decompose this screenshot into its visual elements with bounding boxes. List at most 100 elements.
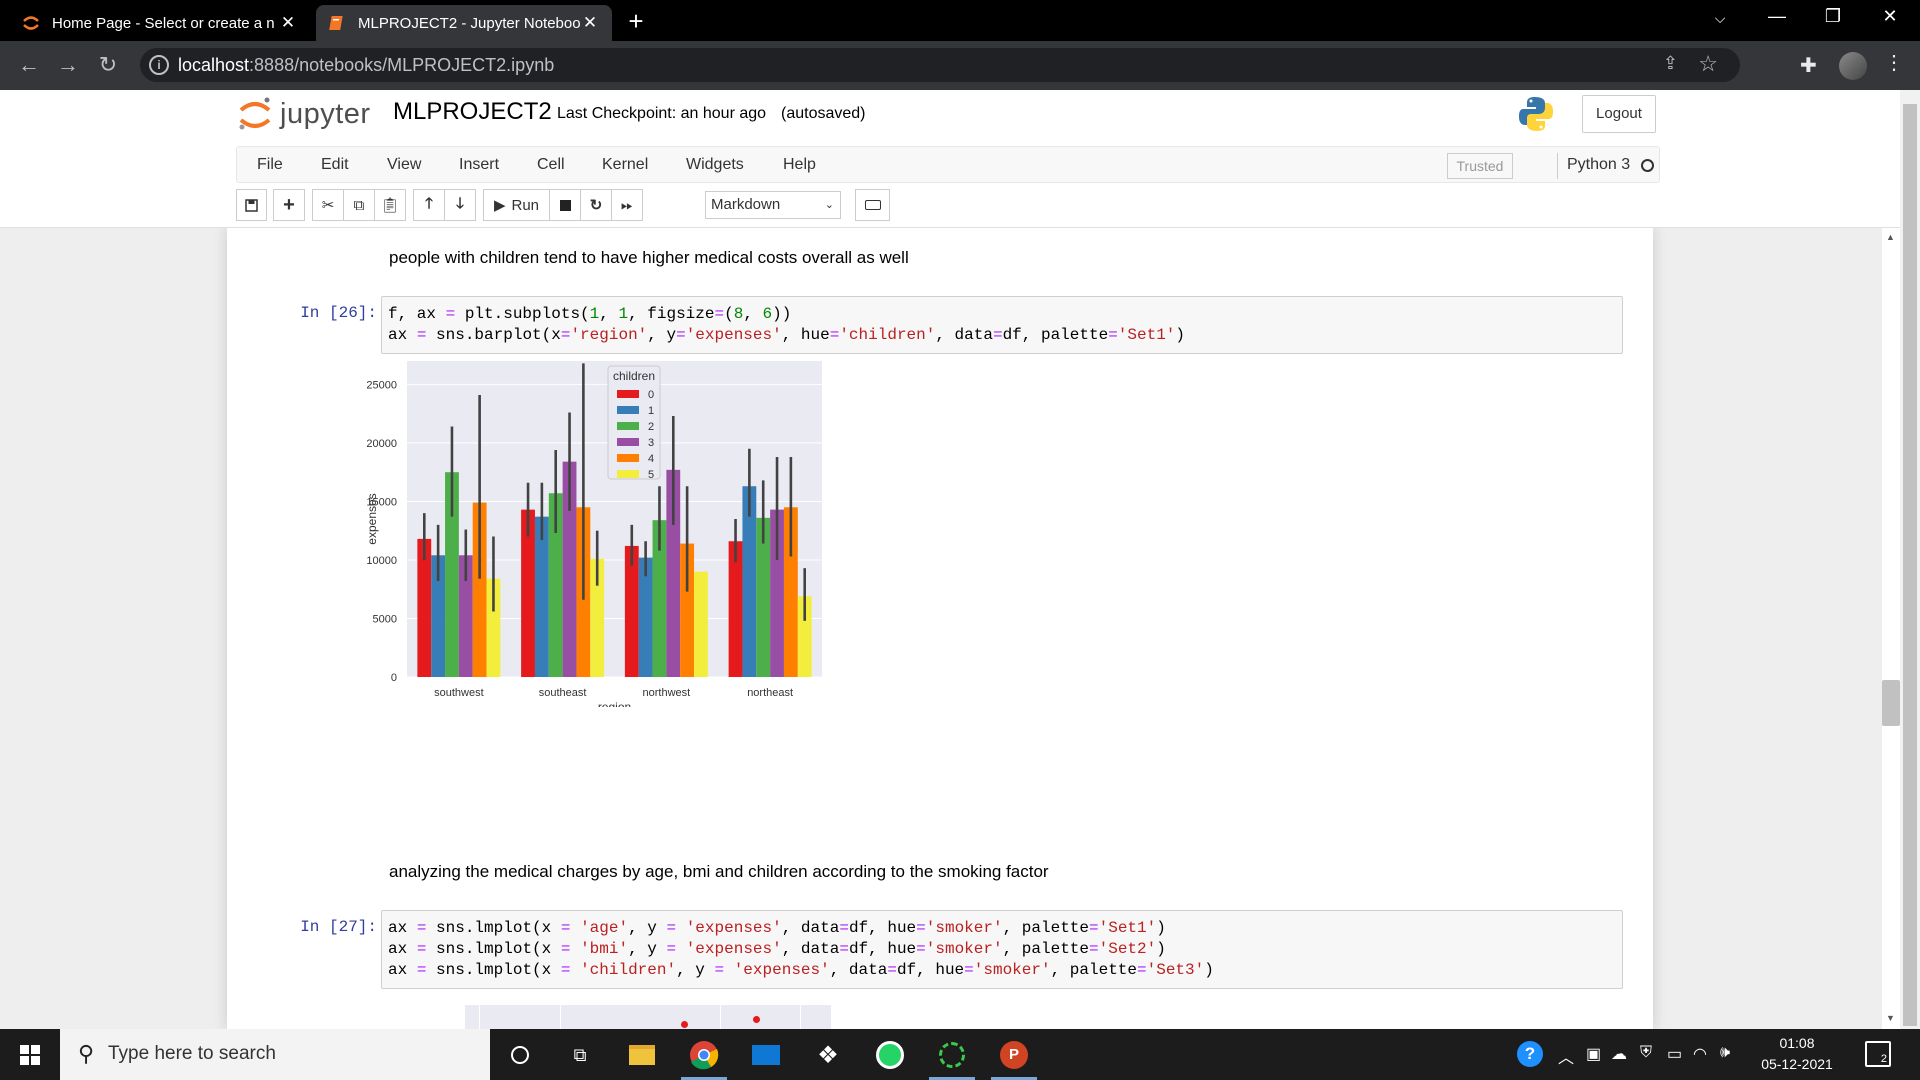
share-icon[interactable]: ⇪ [1663,53,1678,74]
clock-time: 01:08 [1779,1035,1815,1051]
scroll-down-icon[interactable]: ▼ [1886,1013,1895,1023]
menu-help[interactable]: Help [783,156,816,174]
close-icon[interactable]: ✕ [580,13,600,33]
logout-button[interactable]: Logout [1582,95,1656,133]
code-line: f, ax = plt.subplots(1, 1, figsize=(8, 6… [388,305,792,323]
menu-cell[interactable]: Cell [537,156,565,174]
new-tab-icon[interactable]: + [622,6,650,37]
meet-now-icon[interactable]: ▣ [1586,1044,1601,1064]
copy-button[interactable]: ⧉ [343,189,375,221]
run-button[interactable]: ▶ Run [483,189,550,221]
barplot-chart: 0500010000150002000025000southwest southe… [367,361,822,707]
cell-type-select[interactable]: Markdown ⌄ [705,191,841,219]
tab-search-icon[interactable]: ⌵ [1700,10,1740,27]
address-bar-row: ← → ↻ i localhost:8888/notebooks/MLPROJE… [0,41,1920,90]
taskbar-search[interactable]: ⚲ Type here to search [60,1029,490,1080]
scrollbar-thumb[interactable] [1903,104,1917,1026]
taskbar-clock[interactable]: 01:08 05-12-2021 [1757,1033,1837,1075]
notebook-name[interactable]: MLPROJECT2 [393,98,552,126]
menu-insert[interactable]: Insert [459,156,499,174]
minimize-icon[interactable]: — [1757,6,1797,27]
jupyter-logo[interactable]: jupyter [238,96,371,132]
restore-icon[interactable]: ❐ [1813,6,1853,27]
chrome-icon[interactable] [686,1037,722,1073]
trusted-indicator[interactable]: Trusted [1447,153,1513,179]
address-bar[interactable]: i localhost:8888/notebooks/MLPROJECT2.ip… [140,48,1740,82]
markdown-cell-text[interactable]: analyzing the medical charges by age, bm… [389,862,1049,882]
powerpoint-icon[interactable]: P [996,1037,1032,1073]
bookmark-star-icon[interactable]: ☆ [1698,51,1718,77]
tab-mlproject2[interactable]: MLPROJECT2 - Jupyter Notebook ✕ [316,5,612,41]
menu-view[interactable]: View [387,156,421,174]
window-close-icon[interactable]: ✕ [1870,6,1910,27]
restart-button[interactable]: ↻ [580,189,612,221]
move-up-button[interactable]: 🡑 [413,189,445,221]
chevron-up-icon[interactable]: ︿ [1558,1044,1574,1068]
start-button[interactable] [0,1029,60,1080]
security-icon[interactable]: ⛨ [1640,1044,1652,1062]
move-down-button[interactable]: 🡓 [444,189,476,221]
code-cell[interactable]: f, ax = plt.subplots(1, 1, figsize=(8, 6… [381,296,1623,354]
cortana-icon[interactable] [502,1037,538,1073]
task-view-icon[interactable]: ⧉ [562,1037,598,1073]
onedrive-icon[interactable]: ☁ [1611,1044,1627,1064]
battery-icon[interactable]: ▭ [1667,1044,1682,1064]
close-icon[interactable]: ✕ [278,13,298,33]
command-palette-button[interactable] [855,189,890,221]
restart-run-all-button[interactable]: ⏩︎ [611,189,643,221]
file-explorer-icon[interactable] [624,1037,660,1073]
legend-swatch [617,406,639,414]
menu-edit[interactable]: Edit [321,156,349,174]
url-text[interactable]: localhost:8888/notebooks/MLPROJECT2.ipyn… [178,55,554,76]
legend-label: 0 [648,389,654,401]
legend-swatch [617,390,639,398]
site-info-icon[interactable]: i [149,55,169,75]
whatsapp-icon[interactable] [872,1037,908,1073]
menu-file[interactable]: File [257,156,283,174]
autosave-status: (autosaved) [781,105,866,122]
forward-icon[interactable]: → [53,52,83,78]
save-button[interactable] [236,189,267,221]
python-logo-icon [1519,97,1553,131]
scroll-up-icon[interactable]: ▲ [1886,232,1895,242]
legend-swatch [617,470,639,478]
profile-avatar[interactable] [1839,52,1867,80]
volume-icon[interactable]: 🕪︎ [1720,1044,1730,1062]
mail-icon[interactable] [748,1037,784,1073]
interrupt-button[interactable] [549,189,581,221]
legend-label: 4 [648,453,654,465]
kernel-name: Python 3 [1567,156,1631,173]
paste-icon: 📋︎ [380,197,400,214]
notebook-page: people with children tend to have higher… [227,228,1653,1029]
tab-home-page[interactable]: Home Page - Select or create a n ✕ [10,5,310,41]
insert-cell-button[interactable]: + [273,189,305,221]
menu-widgets[interactable]: Widgets [686,156,744,174]
arrow-up-icon: 🡑 [425,194,433,212]
y-tick-label: 0 [391,672,397,684]
help-icon[interactable]: ? [1517,1041,1543,1067]
menu-kernel[interactable]: Kernel [602,156,648,174]
code-line: ax = sns.lmplot(x = 'children', y = 'exp… [388,961,1214,979]
y-tick-label: 10000 [367,555,397,567]
browser-menu-icon[interactable]: ⋮ [1884,50,1904,75]
cut-button[interactable]: ✂ [312,189,344,221]
extensions-icon[interactable]: ✚ [1800,53,1817,78]
back-icon[interactable]: ← [14,52,44,78]
code-cell[interactable]: ax = sns.lmplot(x = 'age', y = 'expenses… [381,910,1623,989]
wifi-icon[interactable]: ◠ [1693,1044,1707,1064]
checkpoint-status: Last Checkpoint: an hour ago [557,105,767,122]
jupyter-app-icon[interactable] [934,1037,970,1073]
notebook-area: people with children tend to have higher… [0,228,1882,1029]
notebook-scrollbar[interactable]: ▲ ▼ [1882,228,1900,1029]
page-scrollbar[interactable] [1900,90,1920,1029]
notification-center-icon[interactable]: 2 [1865,1041,1891,1067]
paste-button[interactable]: 📋︎ [374,189,406,221]
legend-label: 5 [648,469,654,481]
reload-icon[interactable]: ↻ [93,52,123,78]
scatter-point [753,1016,760,1023]
markdown-cell-text[interactable]: people with children tend to have higher… [389,248,909,268]
dropbox-icon[interactable]: ❖ [810,1037,846,1073]
windows-taskbar: ⚲ Type here to search ⧉ ❖ P ? ︿ ▣ ☁ ⛨ ▭ … [0,1029,1920,1080]
scrollbar-thumb[interactable] [1882,680,1900,726]
legend-label: 1 [648,405,654,417]
